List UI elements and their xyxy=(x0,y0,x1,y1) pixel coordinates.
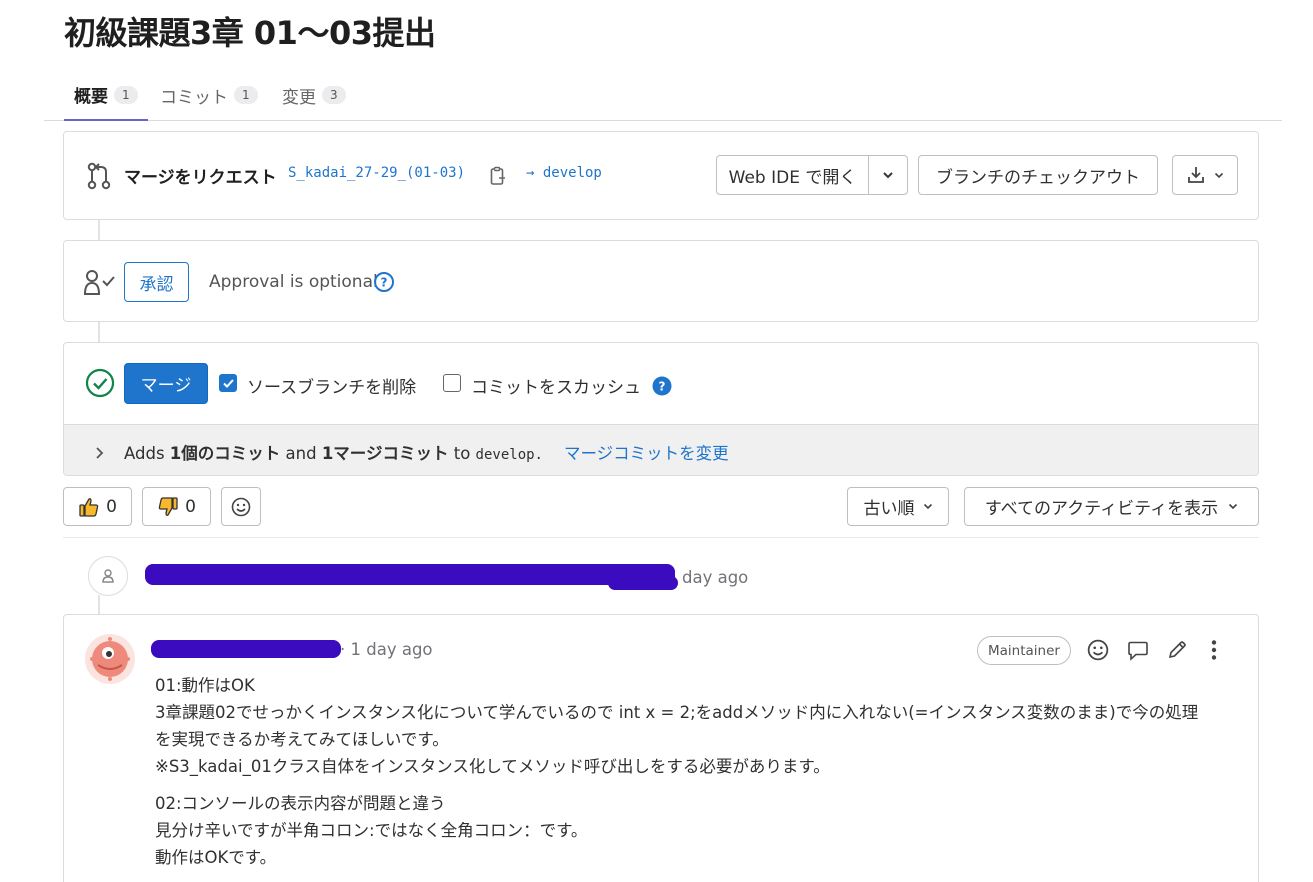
comment-line: 動作はOKです。 xyxy=(155,848,277,867)
comment-body: 01:動作はOK 3章課題02でせっかくインスタンス化について学んでいるので i… xyxy=(155,672,1198,881)
checkout-branch-label: ブランチのチェックアウト xyxy=(936,167,1140,188)
web-ide-button[interactable]: Web IDE で開く xyxy=(716,155,869,195)
timeline-connector xyxy=(98,220,100,240)
comment-line: 見分け辛いですが半角コロン:ではなく全角コロン：です。 xyxy=(155,821,588,840)
more-actions-icon[interactable] xyxy=(1210,639,1218,661)
tab-overview[interactable]: 概要 1 xyxy=(64,70,148,121)
avatar[interactable] xyxy=(84,633,136,685)
timeline-connector xyxy=(98,322,100,342)
status-success-icon xyxy=(84,367,116,399)
approve-button[interactable]: 承認 xyxy=(124,262,189,302)
approval-card: 承認 Approval is optional ? xyxy=(63,240,1259,322)
question-circle-icon[interactable]: ? xyxy=(652,375,672,396)
add-reaction-button[interactable] xyxy=(221,487,261,526)
summary-prefix: Adds xyxy=(124,444,170,463)
merge-request-label: マージをリクエスト xyxy=(124,168,277,188)
redacted-author-block xyxy=(608,576,678,590)
thumbs-down-count: 0 xyxy=(185,496,196,517)
checkout-branch-button[interactable]: ブランチのチェックアウト xyxy=(918,155,1158,195)
tab-count-badge: 1 xyxy=(114,85,138,104)
approve-button-label: 承認 xyxy=(139,274,174,295)
mr-tabs: 概要 1 コミット 1 変更 3 xyxy=(44,70,1282,121)
timeline-connector xyxy=(98,595,100,615)
comment-paragraph: 01:動作はOK 3章課題02でせっかくインスタンス化について学んでいるので i… xyxy=(155,672,1198,780)
reply-comment-icon[interactable] xyxy=(1127,640,1149,661)
web-ide-dropdown-toggle[interactable] xyxy=(868,155,908,195)
chevron-down-icon xyxy=(1228,497,1238,517)
delete-source-branch-checkbox[interactable] xyxy=(219,374,237,392)
tab-label: 概要 xyxy=(74,87,108,107)
summary-to: to xyxy=(448,444,476,463)
chevron-down-icon xyxy=(882,165,894,185)
thumbs-down-icon xyxy=(157,496,179,518)
delete-source-branch-label[interactable]: ソースブランチを削除 xyxy=(247,373,416,398)
source-branch-link[interactable]: S_kadai_27-29_(01-03) xyxy=(288,165,465,181)
sort-order-label: 古い順 xyxy=(863,499,915,519)
squash-commits-label[interactable]: コミットをスカッシュ xyxy=(471,373,641,398)
thumbs-down-button[interactable]: 0 xyxy=(142,487,211,526)
sort-order-dropdown[interactable]: 古い順 xyxy=(847,487,949,526)
summary-target-branch: develop. xyxy=(475,447,543,463)
merge-commit-summary-text: Adds 1個のコミット and 1マージコミット to develop. xyxy=(124,440,543,464)
merge-request-header-card: マージをリクエスト S_kadai_27-29_(01-03) → develo… xyxy=(63,131,1259,220)
comment-card: · 1 day ago Maintainer 01:動作はOK 3章課題02でせ… xyxy=(63,614,1259,882)
thumbs-up-count: 0 xyxy=(106,496,117,517)
thumbs-up-button[interactable]: 0 xyxy=(63,487,132,526)
merge-request-icon xyxy=(86,162,112,190)
divider xyxy=(63,537,1259,538)
edit-pencil-icon[interactable] xyxy=(1167,639,1187,660)
tab-commits[interactable]: コミット 1 xyxy=(150,70,268,120)
tab-changes[interactable]: 変更 3 xyxy=(272,70,356,120)
chevron-right-icon[interactable] xyxy=(94,442,104,461)
comment-paragraph: 02:コンソールの表示内容が問題と違う 見分け辛いですが半角コロン:ではなく全角… xyxy=(155,790,1198,871)
summary-and: and xyxy=(280,444,322,463)
tab-count-badge: 1 xyxy=(234,86,258,104)
comment-line: を実現できるか考えてみてほしいです。 xyxy=(155,730,449,749)
web-ide-label: Web IDE で開く xyxy=(728,167,857,188)
thumbs-up-icon xyxy=(78,496,100,518)
question-circle-icon[interactable]: ? xyxy=(373,271,395,293)
tab-label: コミット xyxy=(160,87,228,108)
system-note-user-icon xyxy=(88,556,128,596)
comment-line: ※S3_kadai_01クラス自体をインスタンス化してメソッド呼び出しをする必要… xyxy=(155,757,830,776)
system-note-time: day ago xyxy=(682,568,749,587)
approval-optional-text: Approval is optional xyxy=(209,272,378,292)
target-branch-link[interactable]: → develop xyxy=(526,165,602,181)
download-icon xyxy=(1186,165,1206,185)
squash-commits-checkbox[interactable] xyxy=(443,374,461,392)
checkmark-icon xyxy=(222,378,234,388)
role-badge: Maintainer xyxy=(977,636,1071,665)
comment-time: · 1 day ago xyxy=(340,640,433,659)
redacted-author-block xyxy=(145,564,675,585)
change-merge-commit-link[interactable]: マージコミットを変更 xyxy=(564,440,729,464)
summary-merge-commit-count: 1マージコミット xyxy=(321,444,449,463)
smiley-icon xyxy=(231,497,251,517)
merge-widget-card: マージ ソースブランチを削除 コミットをスカッシュ ? Adds 1個のコミット… xyxy=(63,342,1259,476)
comment-line: 02:コンソールの表示内容が問題と違う xyxy=(155,794,446,813)
page-title: 初級課題3章 01〜03提出 xyxy=(64,14,436,52)
tab-label: 変更 xyxy=(282,87,316,108)
download-dropdown-button[interactable] xyxy=(1172,155,1238,195)
chevron-down-icon xyxy=(1214,165,1224,185)
merge-button-label: マージ xyxy=(140,376,192,396)
activity-filter-dropdown[interactable]: すべてのアクティビティを表示 xyxy=(964,487,1259,526)
activity-filter-label: すべてのアクティビティを表示 xyxy=(984,499,1219,519)
summary-commit-count: 1個のコミット xyxy=(169,444,281,463)
approval-user-check-icon xyxy=(82,268,116,296)
copy-branch-icon[interactable] xyxy=(490,165,506,186)
comment-line: 01:動作はOK xyxy=(155,676,255,695)
tab-count-badge: 3 xyxy=(322,86,346,104)
add-reaction-icon[interactable] xyxy=(1087,639,1109,661)
svg-text:?: ? xyxy=(659,379,666,393)
svg-text:?: ? xyxy=(381,276,388,290)
comment-line: 3章課題02でせっかくインスタンス化について学んでいるので int x = 2;… xyxy=(155,703,1199,722)
merge-button[interactable]: マージ xyxy=(124,363,208,404)
redacted-author-block xyxy=(151,640,341,658)
merge-commit-summary-bar: Adds 1個のコミット and 1マージコミット to develop. マー… xyxy=(64,424,1258,475)
chevron-down-icon xyxy=(923,497,933,517)
